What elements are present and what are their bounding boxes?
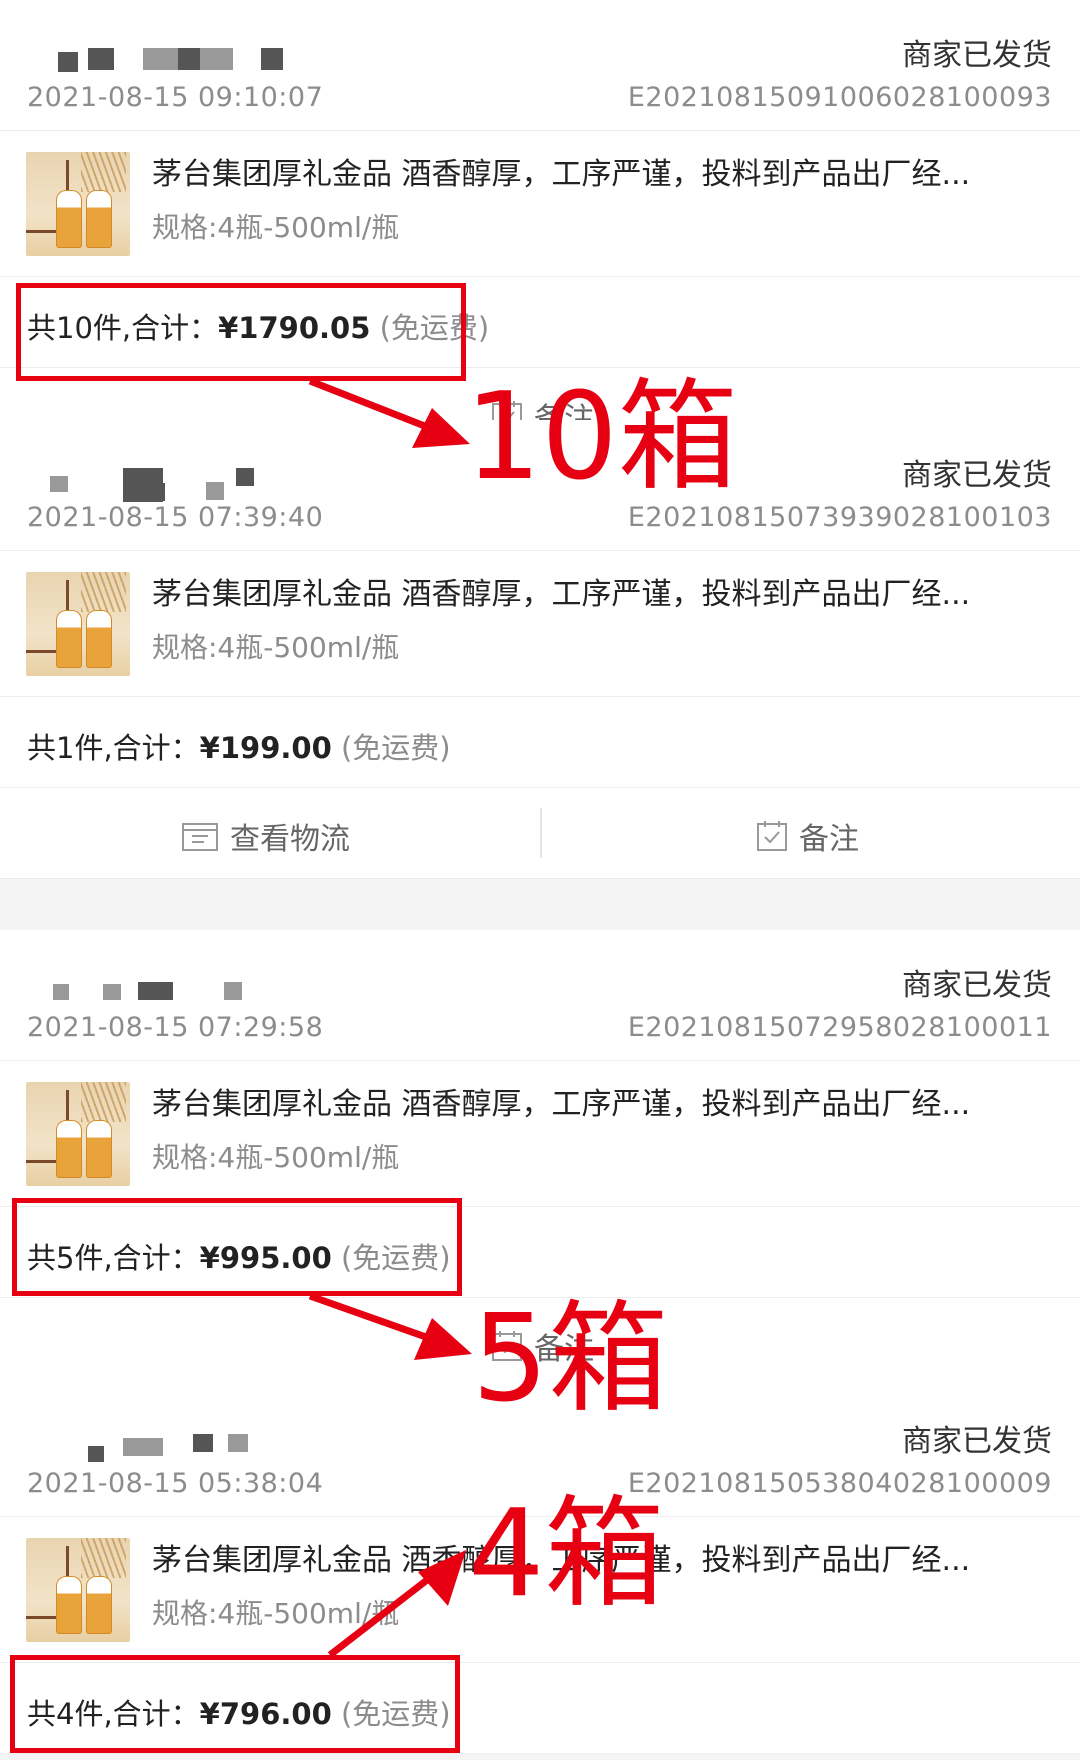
product-title: 茅台集团厚礼金品 酒香醇厚，工序严谨，投料到产品出厂经... [152, 1087, 971, 1122]
blurred-username [28, 1434, 288, 1462]
product-row[interactable]: 茅台集团厚礼金品 酒香醇厚，工序严谨，投料到产品出厂经... 规格:4瓶-500… [0, 551, 1080, 697]
order-header: 2021-08-15 09:10:07 商家已发货 E2021081509100… [0, 0, 1080, 131]
order-time: 2021-08-15 05:38:04 [27, 1468, 324, 1499]
order-total: 共1件,合计：¥199.00 (免运费) [0, 697, 1080, 788]
logistics-icon [182, 823, 218, 851]
order-actions: 查看物流 备注 [0, 788, 1080, 879]
blurred-username [28, 48, 288, 74]
note-label: 备注 [799, 822, 859, 857]
highlight-box-order-3 [12, 1198, 462, 1296]
product-thumbnail [26, 152, 130, 256]
product-thumbnail [26, 1082, 130, 1186]
total-amount: ¥199.00 [199, 731, 332, 765]
annotation-label-10: 10箱 [465, 368, 738, 507]
order-number: E20210815072958028100011 [627, 1012, 1052, 1043]
total-prefix: 共1件,合计： [27, 731, 200, 765]
order-total-line: 共1件,合计：¥199.00 (免运费) [27, 725, 451, 767]
product-spec: 规格:4瓶-500ml/瓶 [152, 211, 400, 244]
highlight-box-order-4 [10, 1655, 460, 1753]
product-spec: 规格:4瓶-500ml/瓶 [152, 1597, 400, 1630]
order-number: E20210815091006028100093 [627, 82, 1052, 113]
product-row[interactable]: 茅台集团厚礼金品 酒香醇厚，工序严谨，投料到产品出厂经... 规格:4瓶-500… [0, 1061, 1080, 1207]
product-spec: 规格:4瓶-500ml/瓶 [152, 1141, 400, 1174]
action-divider [540, 808, 542, 858]
annotation-label-4: 4箱 [468, 1485, 665, 1624]
order-number: E20210815053804028100009 [627, 1468, 1052, 1499]
blurred-username [28, 978, 288, 1004]
order-status: 商家已发货 [902, 968, 1052, 1003]
annotation-label-5: 5箱 [472, 1290, 669, 1429]
order-header: 2021-08-15 07:29:58 商家已发货 E2021081507295… [0, 930, 1080, 1061]
order-status: 商家已发货 [902, 1424, 1052, 1459]
product-title: 茅台集团厚礼金品 酒香醇厚，工序严谨，投料到产品出厂经... [152, 577, 971, 612]
shipping-note: (免运费) [340, 731, 451, 765]
order-status: 商家已发货 [902, 38, 1052, 73]
product-spec: 规格:4瓶-500ml/瓶 [152, 631, 400, 664]
blurred-username [28, 468, 288, 502]
view-logistics-label: 查看物流 [230, 822, 350, 857]
note-icon [757, 821, 787, 851]
product-thumbnail [26, 1538, 130, 1642]
product-thumbnail [26, 572, 130, 676]
order-time: 2021-08-15 09:10:07 [27, 82, 324, 113]
order-time: 2021-08-15 07:29:58 [27, 1012, 324, 1043]
order-status: 商家已发货 [902, 458, 1052, 493]
note-button[interactable]: 备注 [755, 814, 859, 858]
view-logistics-button[interactable]: 查看物流 [180, 814, 350, 858]
product-title: 茅台集团厚礼金品 酒香醇厚，工序严谨，投料到产品出厂经... [152, 157, 971, 192]
highlight-box-order-1 [16, 283, 466, 381]
product-row[interactable]: 茅台集团厚礼金品 酒香醇厚，工序严谨，投料到产品出厂经... 规格:4瓶-500… [0, 131, 1080, 277]
order-time: 2021-08-15 07:39:40 [27, 502, 324, 533]
